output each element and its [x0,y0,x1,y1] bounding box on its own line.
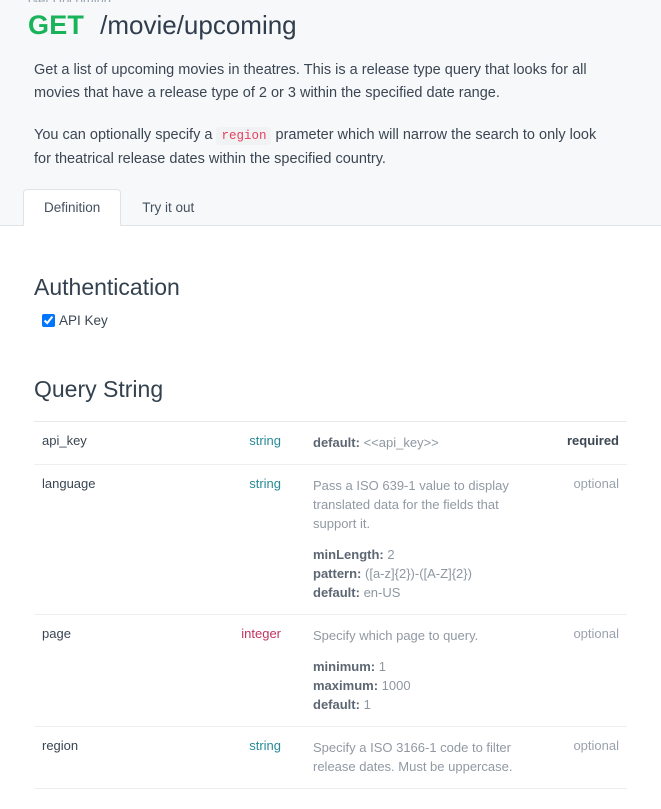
constraint-value: 1 [378,659,386,674]
description-paragraph-1: Get a list of upcoming movies in theatre… [34,62,587,101]
constraint-value: en-US [363,585,401,600]
tab-definition[interactable]: Definition [23,189,122,226]
definition-panel: Authentication API Key Query String api_… [0,226,661,809]
constraint-key: pattern: [313,566,362,581]
constraint-key: default: [313,697,360,712]
description-paragraph-2: You can optionally specify a region pram… [34,124,609,171]
constraint-value: 1 [363,697,371,712]
param-details: Specify a ISO 3166-1 code to filter rele… [287,727,549,789]
param-details: Pass a ISO 639-1 value to display transl… [287,465,549,615]
page-title: /movie/upcoming [100,10,297,40]
param-type: string [249,433,281,448]
authentication-heading: Authentication [34,274,180,300]
query-string-heading: Query String [34,376,164,402]
constraint-item: pattern: ([a-z]{2})-([A-Z]{2}) [313,564,543,583]
param-name: region [42,738,79,753]
constraint-item: minimum: 1 [313,657,543,676]
table-row: page integer Specify which page to query… [34,615,627,727]
endpoint-title-row: GET /movie/upcoming [28,8,633,41]
param-requirement: optional [573,476,619,491]
param-type: string [249,476,281,491]
param-description: Specify which page to query. [313,628,479,643]
table-row: api_key string default: <<api_key>> requ… [34,422,627,465]
tab-try-it-out[interactable]: Try it out [121,189,215,226]
constraint-key: maximum: [313,678,379,693]
query-string-table: api_key string default: <<api_key>> requ… [34,421,627,789]
constraint-item: minLength: 2 [313,545,543,564]
constraint-value: ([a-z]{2})-([A-Z]{2}) [365,566,472,581]
auth-item-label: API Key [59,313,108,328]
endpoint-eyebrow-title: Get Upcoming [28,0,633,2]
param-constraints: default: <<api_key>> [313,433,543,452]
param-type: integer [241,626,281,641]
constraint-key: default: [313,585,360,600]
constraint-key: default: [313,435,360,450]
auth-item-api-key[interactable]: API Key [34,313,627,328]
http-method-badge: GET [28,10,85,40]
constraint-key: minimum: [313,659,376,674]
constraint-item: default: <<api_key>> [313,433,543,452]
table-row: language string Pass a ISO 639-1 value t… [34,465,627,615]
param-description: Pass a ISO 639-1 value to display transl… [313,478,509,531]
param-details: Specify which page to query. minimum: 1 … [287,615,549,727]
endpoint-description: Get a list of upcoming movies in theatre… [0,41,661,171]
param-details: default: <<api_key>> [287,422,549,465]
param-name: page [42,626,71,641]
constraint-value: 1000 [381,678,411,693]
tab-bar: Definition Try it out [0,189,661,226]
constraint-key: minLength: [313,547,384,562]
inline-code-region: region [216,127,272,145]
param-requirement: required [566,433,619,448]
constraint-value: 2 [387,547,395,562]
api-key-checkbox[interactable] [42,314,55,327]
param-description: Specify a ISO 3166-1 code to filter rele… [313,740,513,774]
constraint-item: maximum: 1000 [313,676,543,695]
param-requirement: optional [573,626,619,641]
endpoint-header: Get Upcoming GET /movie/upcoming [0,0,661,41]
param-constraints: minimum: 1 maximum: 1000 default: 1 [313,657,543,714]
constraint-item: default: 1 [313,695,543,714]
constraint-item: default: en-US [313,583,543,602]
param-constraints: minLength: 2 pattern: ([a-z]{2})-([A-Z]{… [313,545,543,602]
table-row: region string Specify a ISO 3166-1 code … [34,727,627,789]
param-name: language [42,476,96,491]
param-requirement: optional [573,738,619,753]
param-type: string [249,738,281,753]
param-name: api_key [42,433,87,448]
description-paragraph-2-before: You can optionally specify a [34,127,213,143]
constraint-value: <<api_key>> [363,435,439,450]
